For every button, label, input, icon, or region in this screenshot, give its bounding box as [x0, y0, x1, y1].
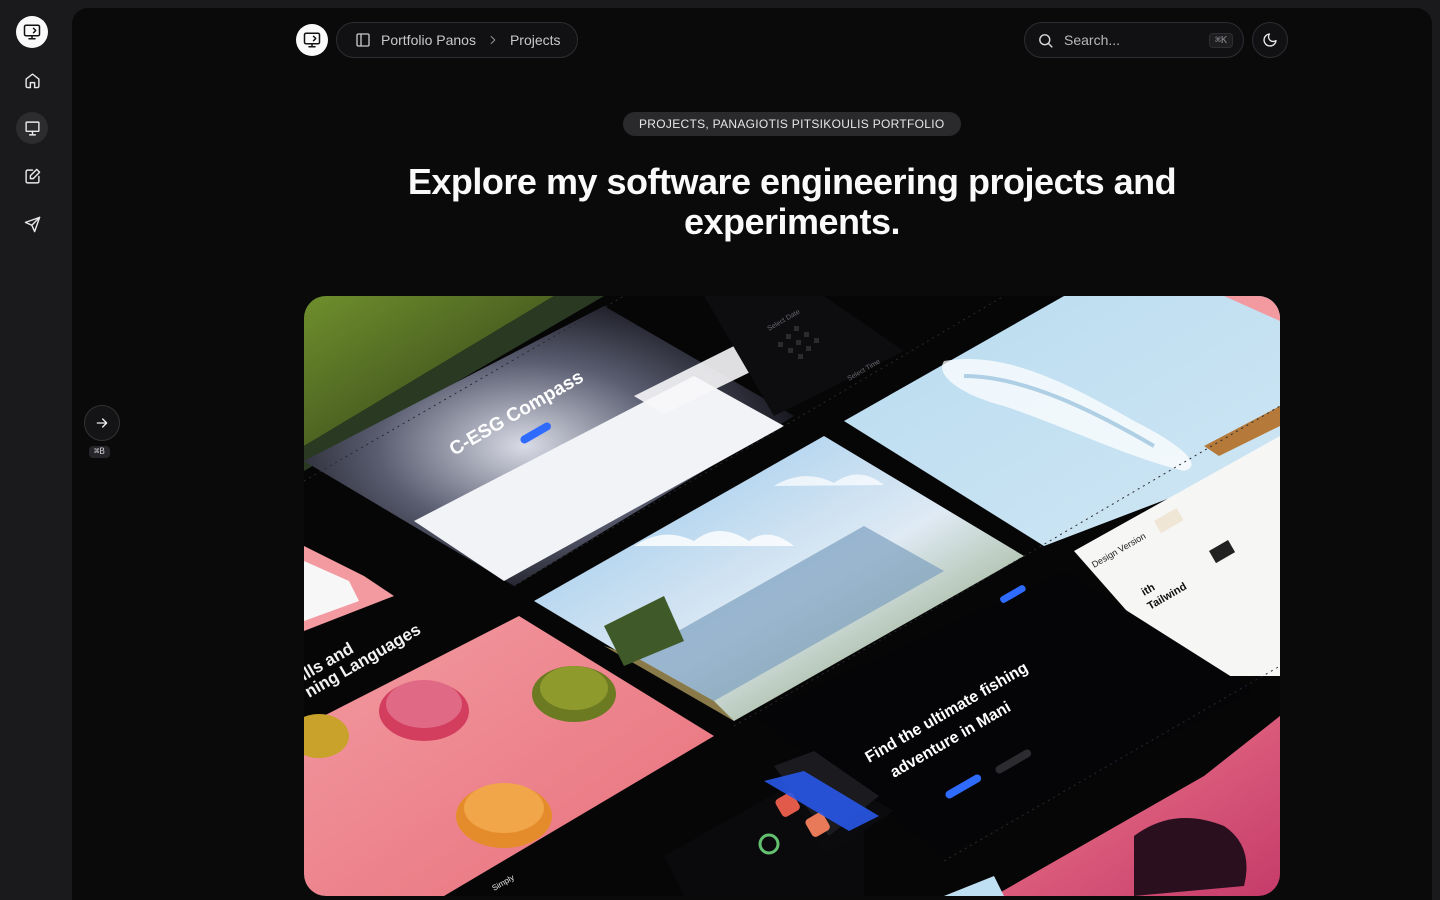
top-bar: Portfolio Panos Projects ⌘K	[296, 22, 1288, 58]
breadcrumb-item-current[interactable]: Projects	[510, 32, 561, 48]
expand-panel-button[interactable]	[84, 405, 120, 441]
page-title: Explore my software engineering projects…	[407, 161, 1177, 242]
main-panel: Portfolio Panos Projects ⌘K PROJECTS, PA…	[72, 8, 1432, 900]
search-icon	[1039, 33, 1053, 48]
sidebar-toggle-icon[interactable]	[355, 32, 371, 48]
theme-toggle-button[interactable]	[1252, 22, 1288, 58]
logo-icon[interactable]	[16, 16, 48, 48]
edit-icon	[24, 168, 40, 184]
sidebar-item-contact[interactable]	[16, 208, 48, 240]
breadcrumb: Portfolio Panos Projects	[336, 22, 578, 58]
sidebar-item-projects[interactable]	[16, 112, 48, 144]
breadcrumb-item-home[interactable]: Portfolio Panos	[381, 32, 476, 48]
app-sidebar	[0, 0, 64, 900]
search-input[interactable]	[1064, 32, 1199, 48]
search-box[interactable]: ⌘K	[1024, 22, 1244, 58]
sidebar-item-home[interactable]	[16, 64, 48, 96]
panel-shortcut-badge: ⌘B	[89, 446, 110, 458]
page-tag: PROJECTS, PANAGIOTIS PITSIKOULIS PORTFOL…	[623, 112, 961, 136]
send-icon	[24, 216, 40, 232]
hero-collage-image: C-ESG Compass Select Date Select Time De…	[304, 296, 1280, 896]
home-icon	[24, 72, 40, 88]
search-shortcut-badge: ⌘K	[1208, 32, 1233, 48]
moon-icon	[1263, 33, 1277, 47]
presentation-icon	[24, 120, 40, 136]
arrow-right-icon	[96, 418, 108, 428]
sidebar-item-blog[interactable]	[16, 160, 48, 192]
chevron-right-icon	[486, 33, 500, 47]
site-logo-icon[interactable]	[296, 24, 328, 56]
